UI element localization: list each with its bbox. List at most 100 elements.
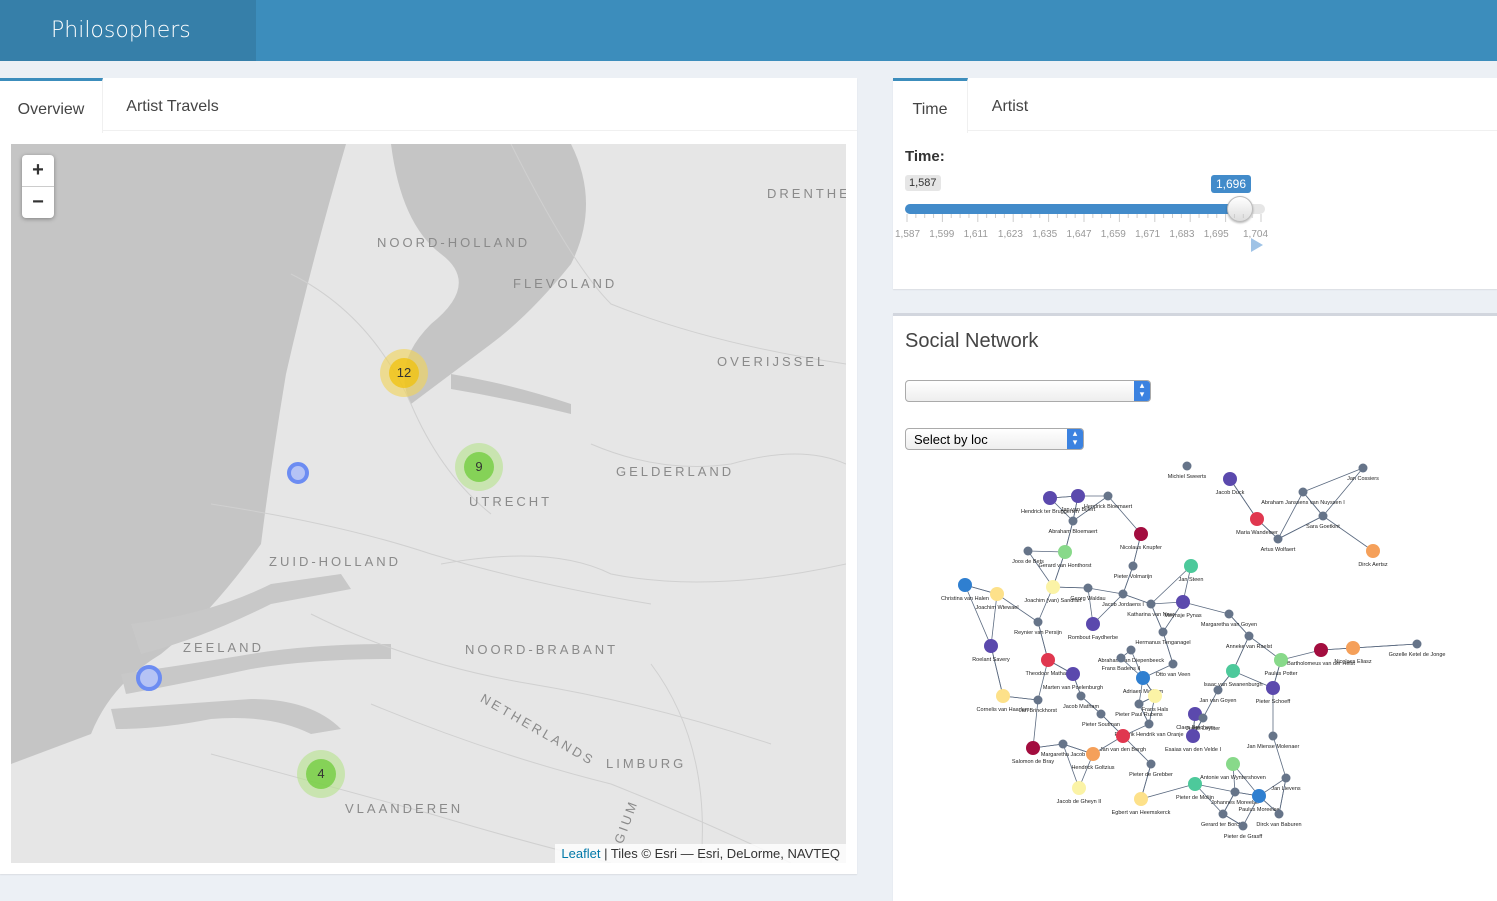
- network-node[interactable]: [1358, 463, 1368, 473]
- marker-cluster[interactable]: 9: [455, 443, 503, 491]
- network-node-label: Artus Wolfaert: [1261, 547, 1296, 553]
- network-node[interactable]: [1148, 689, 1162, 703]
- tab-overview[interactable]: Overview: [0, 78, 103, 133]
- network-node[interactable]: [1238, 821, 1248, 831]
- slider-min-label: 1,587: [905, 175, 941, 191]
- network-node[interactable]: [1223, 472, 1237, 486]
- network-node[interactable]: [1026, 741, 1040, 755]
- network-node-label: Nicolaus Knupfer: [1120, 545, 1162, 551]
- network-node[interactable]: [1188, 777, 1202, 791]
- region-label: NOORD-HOLLAND: [377, 235, 531, 250]
- network-node[interactable]: [1226, 757, 1240, 771]
- play-icon[interactable]: [1251, 238, 1263, 252]
- network-node[interactable]: [1176, 595, 1190, 609]
- network-select[interactable]: ▴ ▾: [905, 380, 1151, 402]
- network-node[interactable]: [1083, 583, 1093, 593]
- location-marker[interactable]: [287, 462, 309, 484]
- network-node[interactable]: [1268, 731, 1278, 741]
- social-network-graph[interactable]: Michiel Sweerts Jan Cossiers Jacob Duck Abr…: [893, 446, 1497, 866]
- network-node[interactable]: [1230, 787, 1240, 797]
- network-node[interactable]: [1184, 559, 1198, 573]
- network-node[interactable]: [1086, 617, 1100, 631]
- network-node[interactable]: [1134, 527, 1148, 541]
- tab-artist[interactable]: Artist: [975, 78, 1045, 130]
- network-node[interactable]: [1186, 729, 1200, 743]
- marker-cluster[interactable]: 12: [380, 349, 428, 397]
- tab-artist-travels[interactable]: Artist Travels: [110, 78, 235, 130]
- network-node-label: Pieter Schoeff: [1256, 699, 1291, 705]
- network-node[interactable]: [1198, 713, 1208, 723]
- network-node[interactable]: [1250, 512, 1264, 526]
- network-node[interactable]: [1033, 695, 1043, 705]
- network-node[interactable]: [1043, 491, 1057, 505]
- network-node[interactable]: [1274, 653, 1288, 667]
- network-node[interactable]: [1136, 671, 1150, 685]
- tab-time[interactable]: Time: [893, 78, 968, 133]
- region-label: GIUM: [611, 797, 641, 846]
- network-node[interactable]: [1298, 487, 1308, 497]
- slider-tick-label: 1,611: [963, 229, 988, 240]
- region-label: FLEVOLAND: [513, 276, 618, 291]
- network-node[interactable]: [958, 578, 972, 592]
- network-node[interactable]: [1134, 699, 1144, 709]
- network-node[interactable]: [1041, 653, 1055, 667]
- network-node[interactable]: [990, 587, 1004, 601]
- network-node[interactable]: [1116, 653, 1126, 663]
- network-node[interactable]: [1058, 739, 1068, 749]
- network-node[interactable]: [1126, 645, 1136, 655]
- network-node[interactable]: [1096, 709, 1106, 719]
- leaflet-link[interactable]: Leaflet: [561, 846, 600, 861]
- zoom-control: + −: [22, 155, 54, 218]
- network-node-label: Rombout Faydherbe: [1068, 635, 1118, 641]
- network-node[interactable]: [1086, 747, 1100, 761]
- network-node[interactable]: [1318, 511, 1328, 521]
- network-node[interactable]: [1134, 792, 1148, 806]
- region-label: OVERIJSSEL: [717, 354, 828, 369]
- network-node[interactable]: [1273, 534, 1283, 544]
- network-node-label: Maria Wandelaer: [1236, 530, 1278, 536]
- location-marker[interactable]: [136, 665, 162, 691]
- network-node[interactable]: [1182, 461, 1192, 471]
- network-node[interactable]: [1274, 809, 1284, 819]
- network-node[interactable]: [996, 689, 1010, 703]
- network-node[interactable]: [1346, 641, 1360, 655]
- network-node[interactable]: [1071, 489, 1085, 503]
- network-node[interactable]: [1046, 580, 1060, 594]
- network-node[interactable]: [1168, 659, 1178, 669]
- network-node[interactable]: [1412, 639, 1422, 649]
- network-node[interactable]: [1213, 685, 1223, 695]
- network-node[interactable]: [1281, 773, 1291, 783]
- network-node-label: Paulus Moreelse: [1239, 807, 1280, 813]
- network-edge: [1087, 587, 1124, 595]
- network-node[interactable]: [1224, 609, 1234, 619]
- network-node[interactable]: [1218, 809, 1228, 819]
- network-node[interactable]: [1066, 667, 1080, 681]
- network-node[interactable]: [984, 639, 998, 653]
- network-node[interactable]: [1103, 491, 1113, 501]
- network-node[interactable]: [1033, 617, 1043, 627]
- network-node[interactable]: [1244, 631, 1254, 641]
- network-node[interactable]: [1252, 789, 1266, 803]
- zoom-in-button[interactable]: +: [22, 155, 54, 187]
- network-node[interactable]: [1076, 691, 1086, 701]
- zoom-out-button[interactable]: −: [22, 187, 54, 218]
- network-node[interactable]: [1158, 627, 1168, 637]
- network-node[interactable]: [1128, 561, 1138, 571]
- network-node[interactable]: [1058, 545, 1072, 559]
- network-node[interactable]: [1118, 589, 1128, 599]
- network-node[interactable]: [1023, 546, 1033, 556]
- network-node[interactable]: [1072, 781, 1086, 795]
- network-node[interactable]: [1146, 759, 1156, 769]
- network-node-label: Hendrick ter Bruggehen: [1021, 509, 1079, 515]
- network-node[interactable]: [1366, 544, 1380, 558]
- network-node[interactable]: [1144, 719, 1154, 729]
- network-node[interactable]: [1314, 643, 1328, 657]
- network-node[interactable]: [1068, 516, 1078, 526]
- marker-cluster[interactable]: 4: [297, 750, 345, 798]
- network-node[interactable]: [1116, 729, 1130, 743]
- time-slider-track[interactable]: [905, 196, 1265, 222]
- map-view[interactable]: DRENTHE NOORD-HOLLAND FLEVOLAND OVERIJSS…: [11, 144, 846, 863]
- network-node[interactable]: [1226, 664, 1240, 678]
- network-node[interactable]: [1266, 681, 1280, 695]
- network-node[interactable]: [1146, 599, 1156, 609]
